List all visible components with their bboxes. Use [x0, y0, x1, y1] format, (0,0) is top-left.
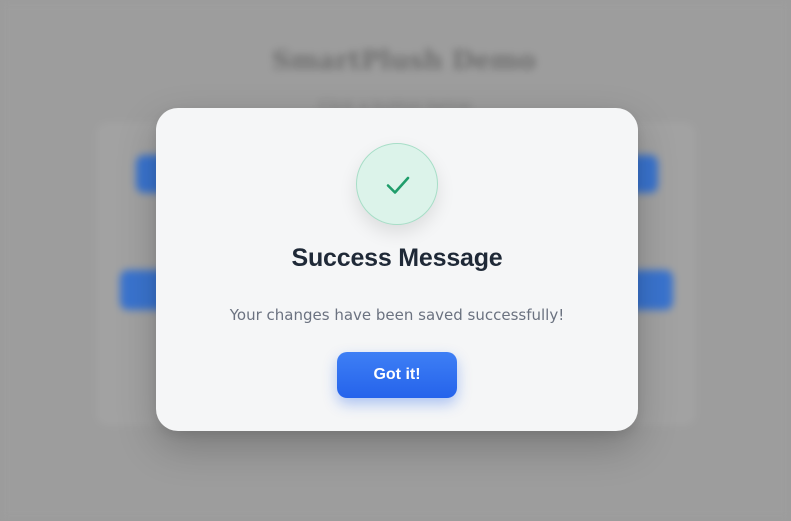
success-dialog: Success Message Your changes have been s…	[156, 108, 638, 431]
got-it-button[interactable]: Got it!	[337, 352, 457, 398]
check-icon	[386, 176, 410, 194]
success-icon-badge	[356, 143, 438, 225]
dialog-message: Your changes have been saved successfull…	[229, 306, 565, 324]
dialog-title: Success Message	[291, 244, 503, 272]
background-title: SmartPlush Demo	[272, 46, 536, 76]
